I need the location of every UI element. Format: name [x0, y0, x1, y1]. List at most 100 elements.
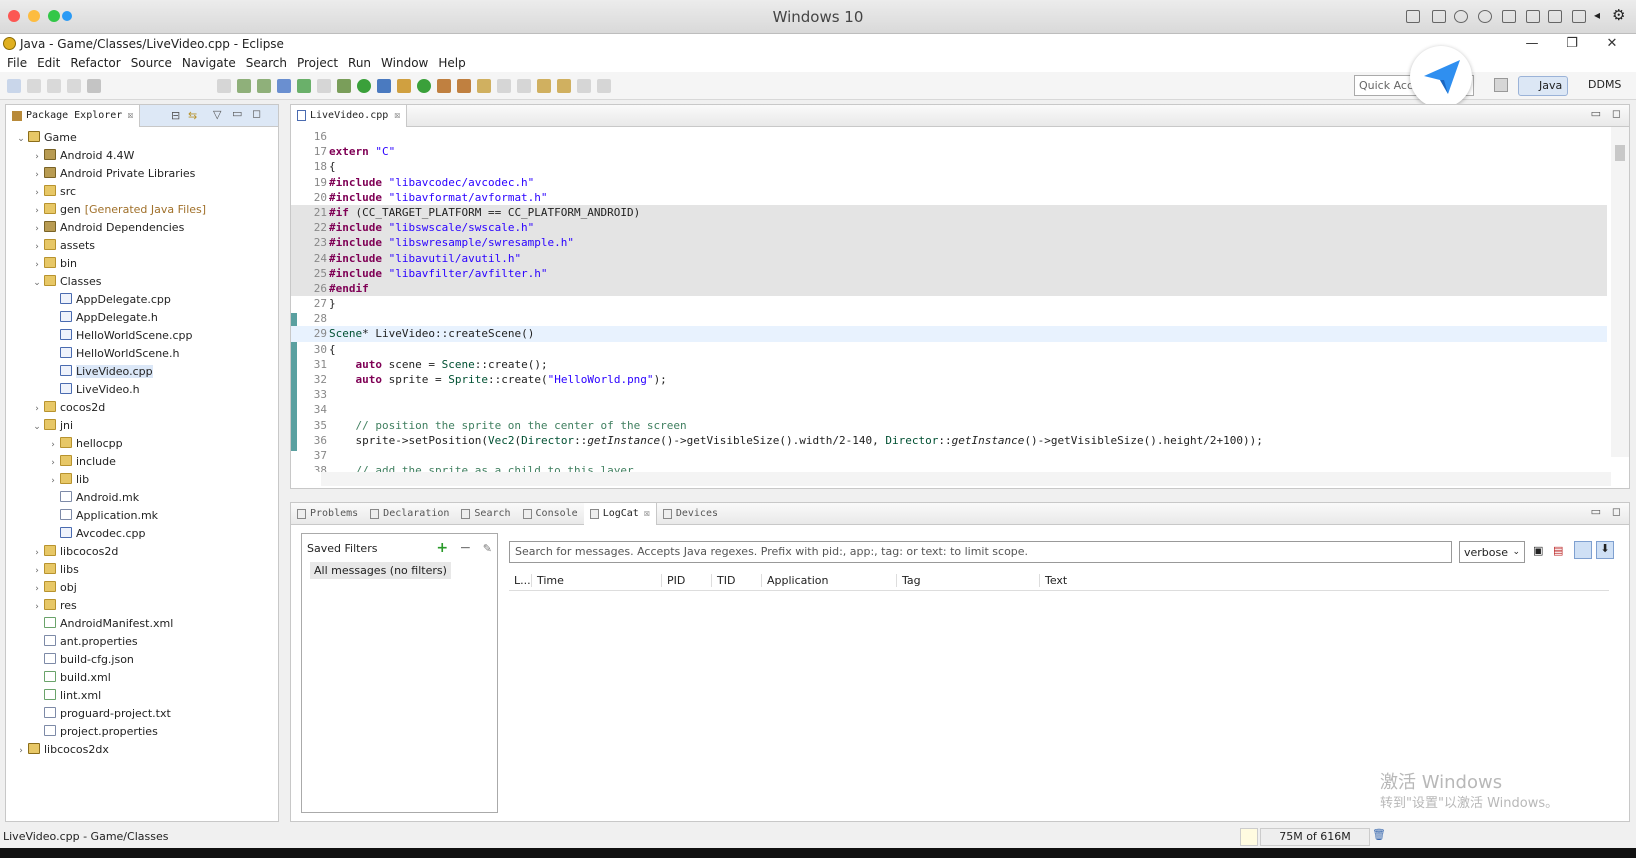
chevron-right-icon[interactable]: › — [30, 598, 44, 616]
logcat-search-input[interactable]: Search for messages. Accepts Java regexe… — [509, 541, 1452, 563]
save-icon[interactable] — [27, 78, 41, 93]
debug-icon[interactable] — [337, 78, 351, 93]
tab-package-explorer[interactable]: Package Explorer ☒ — [6, 104, 141, 127]
pin-editor-icon[interactable] — [597, 78, 611, 93]
close-tab-icon[interactable]: ☒ — [127, 110, 133, 121]
scroll-lock-icon[interactable]: ⬇ — [1596, 541, 1614, 559]
new-class-icon[interactable] — [417, 78, 431, 93]
tree-item[interactable]: proguard-project.txt — [6, 705, 278, 723]
check-icon[interactable] — [297, 78, 311, 93]
chevron-right-icon[interactable]: › — [30, 238, 44, 256]
tree-item[interactable]: › Android 4.4W — [6, 147, 278, 165]
sdk-icon[interactable] — [87, 78, 101, 93]
external-tools-icon[interactable] — [377, 78, 391, 93]
tree-item[interactable]: build-cfg.json — [6, 651, 278, 669]
minimize-view-icon[interactable]: ▭ — [1591, 505, 1601, 518]
tree-item[interactable]: › obj — [6, 579, 278, 597]
java-perspective-button[interactable]: Java — [1518, 76, 1568, 96]
lint-icon[interactable] — [277, 78, 291, 93]
code-line[interactable]: 24 #include "libavutil/avutil.h" — [291, 250, 1607, 266]
chevron-right-icon[interactable]: › — [14, 742, 28, 760]
column-header[interactable]: L... — [509, 574, 531, 587]
minimize-view-icon[interactable]: ▭ — [1591, 107, 1601, 120]
tab-devices[interactable]: Devices — [657, 503, 724, 525]
tree-item[interactable]: › hellocpp — [6, 435, 278, 453]
code-line[interactable]: 25 #include "libavfilter/avfilter.h" — [291, 265, 1607, 281]
code-area[interactable]: 16 17 extern "C" 18{19 #include "libavcodec/… — [291, 127, 1629, 472]
search-toolbar-icon[interactable] — [477, 78, 491, 93]
tree-item[interactable]: ⌄ Game — [6, 129, 278, 147]
tree-item[interactable]: › libs — [6, 561, 278, 579]
chevron-right-icon[interactable]: › — [30, 256, 44, 274]
chevron-down-icon[interactable]: ⌄ — [30, 274, 44, 292]
link-editor-icon[interactable]: ⇆ — [188, 109, 197, 122]
menu-refactor[interactable]: Refactor — [70, 56, 120, 70]
maximize-button[interactable]: ❐ — [1552, 34, 1592, 54]
maximize-view-icon[interactable]: ◻ — [1612, 505, 1621, 518]
open-type-icon[interactable] — [437, 78, 451, 93]
clear-log-icon[interactable]: ▤ — [1553, 544, 1563, 557]
code-line[interactable]: 37 — [291, 448, 1607, 463]
tree-item[interactable]: › lib — [6, 471, 278, 489]
tree-item[interactable]: lint.xml — [6, 687, 278, 705]
column-header[interactable]: PID — [661, 574, 685, 587]
add-filter-icon[interactable]: + — [436, 540, 448, 556]
tree-item[interactable]: › src — [6, 183, 278, 201]
chevron-right-icon[interactable]: › — [30, 220, 44, 238]
tree-item[interactable]: › gen [Generated Java Files] — [6, 201, 278, 219]
ddms-perspective-button[interactable]: DDMS — [1572, 78, 1621, 91]
code-line[interactable]: 36 sprite->setPosition(Vec2(Director::ge… — [291, 433, 1607, 448]
avd-icon[interactable] — [257, 78, 271, 93]
back-arrow-icon[interactable]: ◂ — [1594, 8, 1600, 22]
menu-file[interactable]: File — [7, 56, 27, 70]
tree-item[interactable]: › bin — [6, 255, 278, 273]
code-line[interactable]: 34 — [291, 402, 1607, 417]
save-all-icon[interactable] — [47, 78, 61, 93]
pen-icon[interactable] — [217, 78, 231, 93]
tab-console[interactable]: Console — [517, 503, 584, 525]
menu-edit[interactable]: Edit — [37, 56, 60, 70]
tree-item[interactable]: › res — [6, 597, 278, 615]
chevron-right-icon[interactable]: › — [30, 562, 44, 580]
remove-filter-icon[interactable]: − — [460, 540, 472, 556]
close-tab-icon[interactable]: ☒ — [394, 110, 400, 121]
run-icon[interactable] — [357, 78, 371, 93]
chevron-right-icon[interactable]: › — [30, 400, 44, 418]
tree-item[interactable]: HelloWorldScene.cpp — [6, 327, 278, 345]
back-icon[interactable] — [557, 78, 571, 93]
chevron-right-icon[interactable]: › — [30, 202, 44, 220]
prev-annotation-icon[interactable] — [517, 78, 531, 93]
close-tab-icon[interactable]: ☒ — [644, 508, 650, 519]
open-perspective-icon[interactable] — [1494, 78, 1508, 92]
tab-search[interactable]: Search — [455, 503, 516, 525]
code-line[interactable]: 18{ — [291, 159, 1607, 174]
code-line[interactable]: 31 auto scene = Scene::create(); — [291, 357, 1607, 372]
code-line[interactable]: 28 — [291, 311, 1607, 326]
speaker-icon[interactable] — [1526, 10, 1540, 23]
forward-icon[interactable] — [577, 78, 591, 93]
chevron-down-icon[interactable]: ⌄ — [14, 130, 28, 148]
save-log-icon[interactable]: ▣ — [1533, 544, 1543, 557]
chevron-right-icon[interactable]: › — [30, 166, 44, 184]
keyboard-icon[interactable] — [1406, 10, 1420, 23]
code-line[interactable]: 33 — [291, 387, 1607, 402]
export-icon[interactable] — [317, 78, 331, 93]
disc-icon[interactable] — [1454, 10, 1468, 23]
collapse-all-icon[interactable]: ⊟ — [171, 109, 180, 122]
view-menu-icon[interactable]: ▽ — [213, 108, 221, 121]
menu-project[interactable]: Project — [297, 56, 338, 70]
tree-item[interactable]: › Android Private Libraries — [6, 165, 278, 183]
chevron-right-icon[interactable]: › — [30, 184, 44, 202]
gear-icon[interactable]: ⚙ — [1612, 6, 1625, 24]
code-line[interactable]: 20 #include "libavformat/avformat.h" — [291, 190, 1607, 205]
column-header[interactable]: Time — [531, 574, 564, 587]
minimize-view-icon[interactable]: ▭ — [232, 107, 242, 120]
chevron-right-icon[interactable]: › — [30, 580, 44, 598]
code-line[interactable]: 21 #if (CC_TARGET_PLATFORM == CC_PLATFORM… — [291, 204, 1607, 221]
last-edit-icon[interactable] — [537, 78, 551, 93]
display-icon[interactable] — [1548, 10, 1562, 23]
tree-item[interactable]: ant.properties — [6, 633, 278, 651]
tree-item[interactable]: project.properties — [6, 723, 278, 741]
tree-item[interactable]: › libcocos2dx — [6, 741, 278, 759]
menu-help[interactable]: Help — [438, 56, 465, 70]
